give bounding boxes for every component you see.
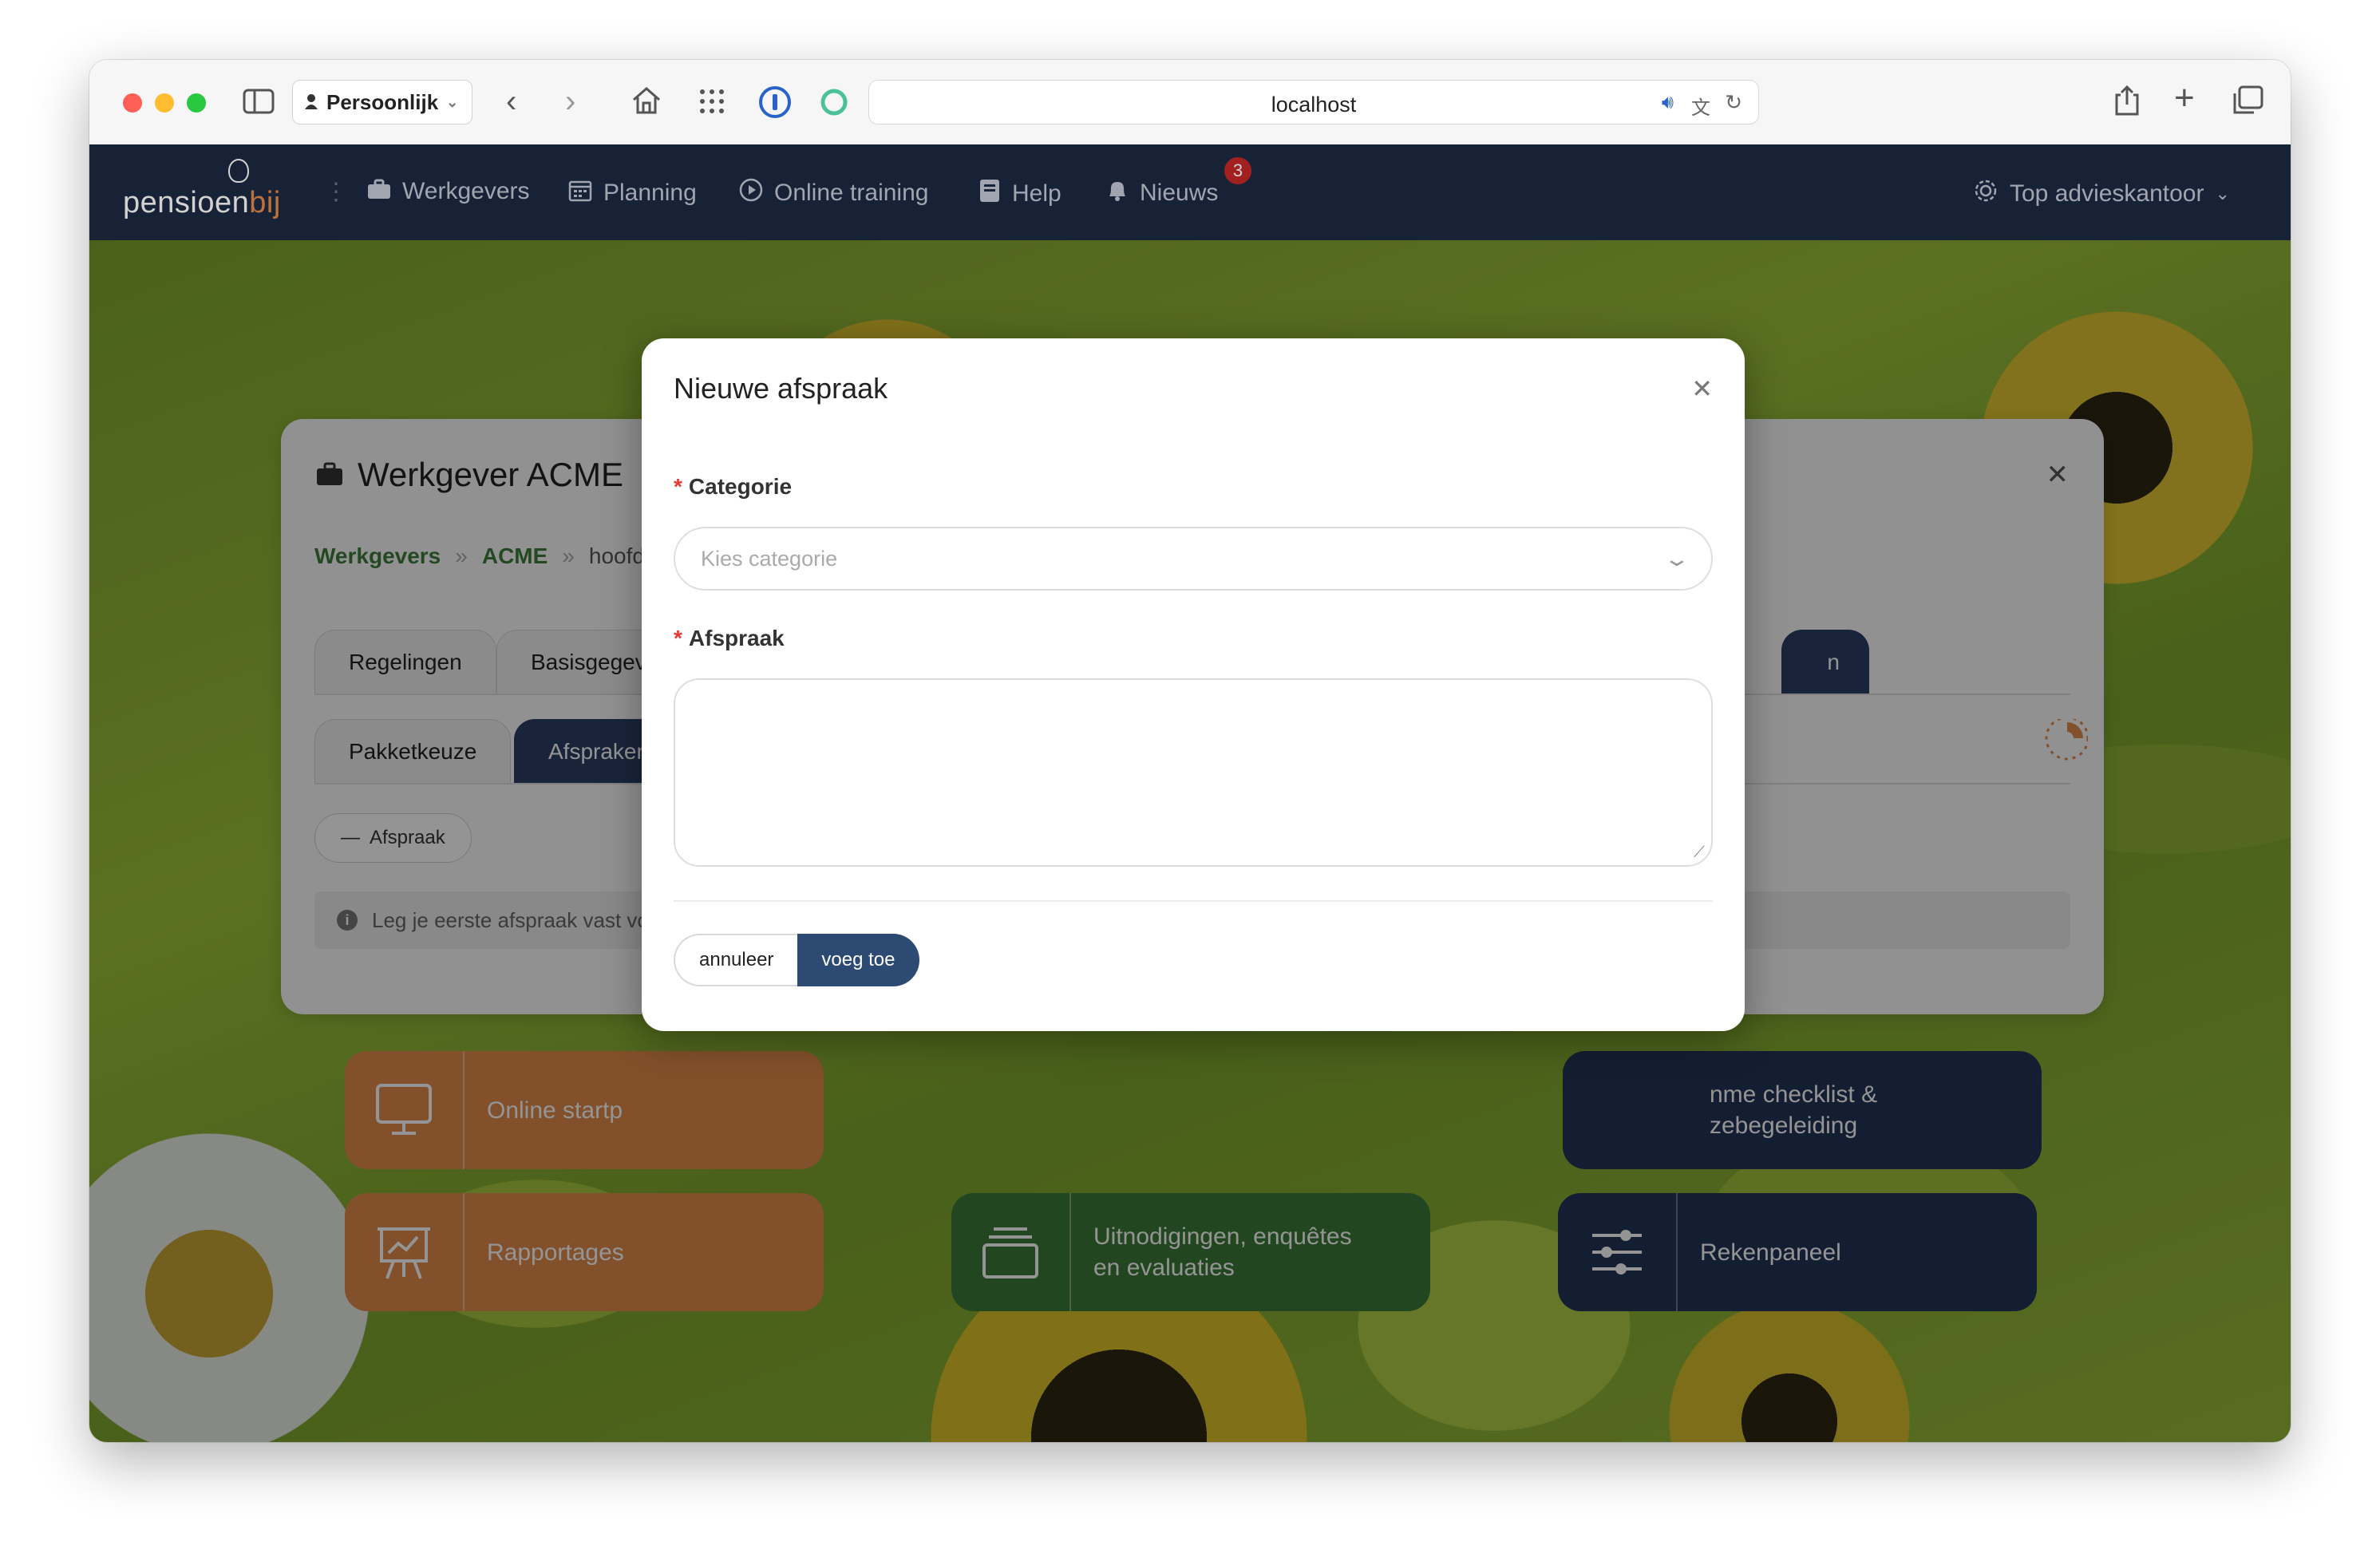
home-icon[interactable] <box>631 85 662 121</box>
agreement-label-text: Afspraak <box>688 626 785 650</box>
share-icon[interactable] <box>2113 84 2141 122</box>
resize-handle-icon[interactable]: ⟋ <box>1694 844 1705 862</box>
new-appointment-dialog: Nieuwe afspraak ✕ * Categorie Kies catego… <box>642 338 1745 1031</box>
modal-backdrop-nav <box>89 144 2291 240</box>
category-label: * Categorie <box>674 474 792 500</box>
category-label-text: Categorie <box>688 474 793 499</box>
speaker-icon[interactable]: 🔊︎ <box>1662 92 1674 114</box>
extension-ring-icon[interactable] <box>819 87 849 122</box>
chevron-down-icon: ⌄ <box>1662 546 1691 571</box>
dialog-actions: annuleer voeg toe <box>674 934 919 986</box>
new-tab-icon[interactable]: + <box>2174 81 2195 116</box>
tab-overview-icon[interactable] <box>2232 85 2263 121</box>
browser-window: Persoonlijk ⌄ ‹ › localhost 🔊︎ 文 ↻ + pen… <box>89 60 2291 1442</box>
forward-icon[interactable]: › <box>565 85 575 117</box>
sidebar-toggle-icon[interactable] <box>243 87 275 121</box>
cancel-button[interactable]: annuleer <box>674 934 798 986</box>
reload-icon[interactable]: ↻ <box>1725 90 1742 115</box>
agreement-textarea[interactable]: ⟋ <box>674 678 1713 867</box>
address-bar[interactable]: localhost 🔊︎ 文 ↻ <box>868 80 1759 124</box>
translate-icon[interactable]: 文 <box>1691 92 1710 120</box>
required-marker: * <box>674 626 682 650</box>
profile-selector[interactable]: Persoonlijk ⌄ <box>292 80 472 124</box>
chevron-down-icon: ⌄ <box>446 93 459 110</box>
close-icon[interactable]: ✕ <box>1691 373 1713 404</box>
grid-apps-icon[interactable] <box>698 87 726 121</box>
minimize-window-button[interactable] <box>155 93 174 113</box>
category-select[interactable]: Kies categorie ⌄ <box>674 527 1713 591</box>
zoom-window-button[interactable] <box>187 93 206 113</box>
dialog-title: Nieuwe afspraak <box>674 372 888 405</box>
back-icon[interactable]: ‹ <box>506 85 516 117</box>
browser-toolbar: Persoonlijk ⌄ ‹ › localhost 🔊︎ 文 ↻ + <box>89 60 2291 145</box>
person-icon <box>304 90 318 115</box>
category-placeholder: Kies categorie <box>701 546 838 571</box>
password-manager-icon[interactable] <box>758 85 792 124</box>
close-window-button[interactable] <box>123 93 142 113</box>
required-marker: * <box>674 474 682 499</box>
profile-label: Persoonlijk <box>326 89 439 114</box>
agreement-label: * Afspraak <box>674 626 785 651</box>
footer-divider <box>674 900 1713 902</box>
url-text: localhost <box>1271 93 1357 117</box>
submit-button[interactable]: voeg toe <box>797 934 919 986</box>
app-viewport: pensioenbij ⋮ Werkgevers Planning Online… <box>89 144 2291 1442</box>
